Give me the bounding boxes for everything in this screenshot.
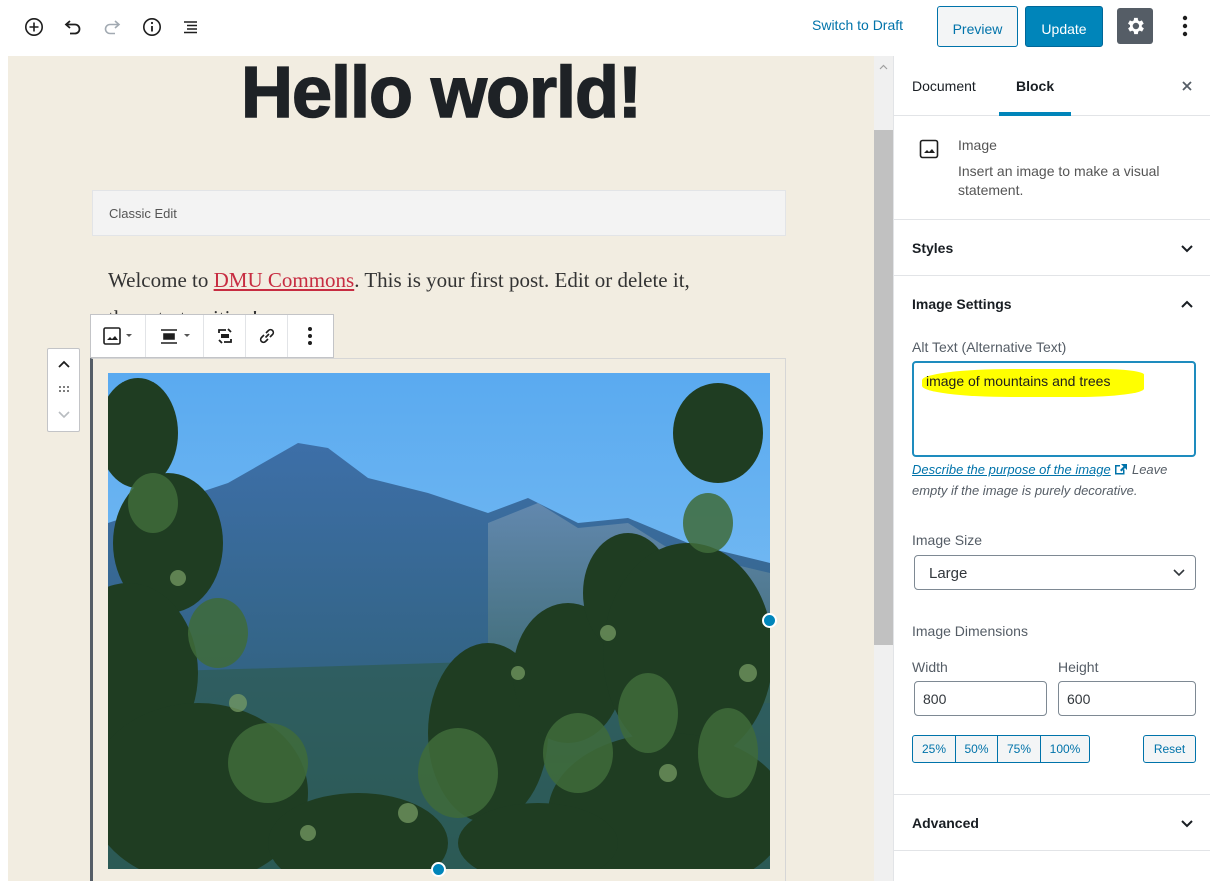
width-value: 800 xyxy=(923,691,947,707)
classic-edit-bar[interactable]: Classic Edit xyxy=(92,190,786,236)
paragraph-text: Welcome to xyxy=(108,268,214,292)
chevron-down-icon xyxy=(1177,238,1197,258)
drag-handle[interactable] xyxy=(48,379,79,399)
resize-handle-bottom[interactable] xyxy=(431,862,446,877)
image-icon xyxy=(103,327,132,345)
tab-document[interactable]: Document xyxy=(912,78,976,94)
replace-icon xyxy=(217,328,232,344)
reset-size-button[interactable]: Reset xyxy=(1143,735,1196,763)
advanced-panel-toggle[interactable]: Advanced xyxy=(894,795,1210,851)
size-25-button[interactable]: 25% xyxy=(913,736,956,762)
paragraph-text: . This is your first post. Edit or delet… xyxy=(354,268,690,292)
move-down-button[interactable] xyxy=(48,403,79,427)
alt-text-value: image of mountains and trees xyxy=(926,373,1111,389)
size-50-button[interactable]: 50% xyxy=(956,736,998,762)
block-card-description: Insert an image to make a visual stateme… xyxy=(958,163,1160,198)
block-card-title: Image xyxy=(958,137,997,153)
change-block-type-button[interactable] xyxy=(91,315,146,357)
alt-text-help: Describe the purpose of the image Leave … xyxy=(912,459,1202,501)
percent-size-buttons: 25% 50% 75% 100% xyxy=(912,735,1090,763)
more-tools-button[interactable] xyxy=(1170,10,1200,42)
chevron-up-icon xyxy=(879,64,888,70)
block-mover xyxy=(47,348,80,432)
mountain-image[interactable] xyxy=(108,373,770,869)
undo-icon[interactable] xyxy=(58,12,88,42)
editor-canvas: Hello world! Classic Edit Welcome to DMU… xyxy=(8,56,874,881)
align-icon xyxy=(160,329,190,344)
external-link-icon xyxy=(1115,464,1128,475)
drag-handle-icon xyxy=(58,386,69,392)
settings-button[interactable] xyxy=(1117,8,1153,44)
more-options-button[interactable] xyxy=(288,315,332,357)
replace-image-button[interactable] xyxy=(204,315,246,357)
describe-purpose-link[interactable]: Describe the purpose of the image xyxy=(912,462,1111,477)
redo-icon[interactable] xyxy=(97,12,127,42)
height-value: 600 xyxy=(1067,691,1091,707)
image-dimensions-label: Image Dimensions xyxy=(912,623,1028,639)
chevron-up-icon xyxy=(57,360,70,368)
editor-scrollbar-thumb[interactable] xyxy=(874,130,893,645)
outline-icon[interactable] xyxy=(176,12,206,42)
image-settings-title: Image Settings xyxy=(912,296,1012,312)
height-label: Height xyxy=(1058,659,1099,675)
paragraph-block[interactable]: Welcome to DMU Commons. This is your fir… xyxy=(108,261,788,316)
advanced-panel-title: Advanced xyxy=(912,815,979,831)
chevron-down-icon xyxy=(1177,813,1197,833)
width-input[interactable]: 800 xyxy=(914,681,1047,716)
post-title[interactable]: Hello world! xyxy=(8,56,874,134)
image-settings-panel-toggle[interactable]: Image Settings xyxy=(894,276,1210,332)
image-icon xyxy=(919,139,939,159)
styles-panel-title: Styles xyxy=(912,240,954,256)
chevron-down-icon xyxy=(57,411,70,419)
image-size-value: Large xyxy=(929,565,968,582)
settings-sidebar: Document Block Image Insert an image to … xyxy=(893,56,1210,881)
chevron-up-icon xyxy=(1177,294,1197,314)
sidebar-tabs: Document Block xyxy=(894,56,1210,116)
block-card: Image Insert an image to make a visual s… xyxy=(894,116,1210,220)
more-vertical-icon xyxy=(1182,15,1188,37)
alignment-button[interactable] xyxy=(146,315,204,357)
move-up-button[interactable] xyxy=(48,353,79,375)
resize-handle-right[interactable] xyxy=(762,613,777,628)
styles-panel-toggle[interactable]: Styles xyxy=(894,220,1210,276)
width-label: Width xyxy=(912,659,948,675)
tab-block[interactable]: Block xyxy=(1016,78,1054,94)
switch-to-draft-link[interactable]: Switch to Draft xyxy=(812,17,903,33)
preview-button[interactable]: Preview xyxy=(937,6,1018,47)
image-size-label: Image Size xyxy=(912,532,983,548)
alt-text-label: Alt Text (Alternative Text) xyxy=(912,339,1067,355)
scroll-up-arrow[interactable] xyxy=(874,58,893,76)
editor-header: Switch to Draft Preview Update xyxy=(0,0,1210,56)
gear-icon xyxy=(1128,17,1144,35)
more-vertical-icon xyxy=(308,327,312,345)
alt-text-field[interactable]: image of mountains and trees xyxy=(912,361,1196,457)
close-icon xyxy=(1182,81,1192,91)
size-100-button[interactable]: 100% xyxy=(1041,736,1089,762)
block-toolbar xyxy=(90,314,334,358)
close-sidebar-button[interactable] xyxy=(1177,76,1197,96)
add-block-icon[interactable] xyxy=(19,12,49,42)
image-size-select[interactable]: Large xyxy=(914,555,1196,590)
dmu-commons-link[interactable]: DMU Commons xyxy=(214,268,355,292)
info-icon[interactable] xyxy=(137,12,167,42)
update-button[interactable]: Update xyxy=(1025,6,1103,47)
height-input[interactable]: 600 xyxy=(1058,681,1196,716)
insert-link-button[interactable] xyxy=(246,315,288,357)
chevron-down-icon xyxy=(1173,569,1185,577)
size-75-button[interactable]: 75% xyxy=(998,736,1041,762)
link-icon xyxy=(259,328,274,344)
